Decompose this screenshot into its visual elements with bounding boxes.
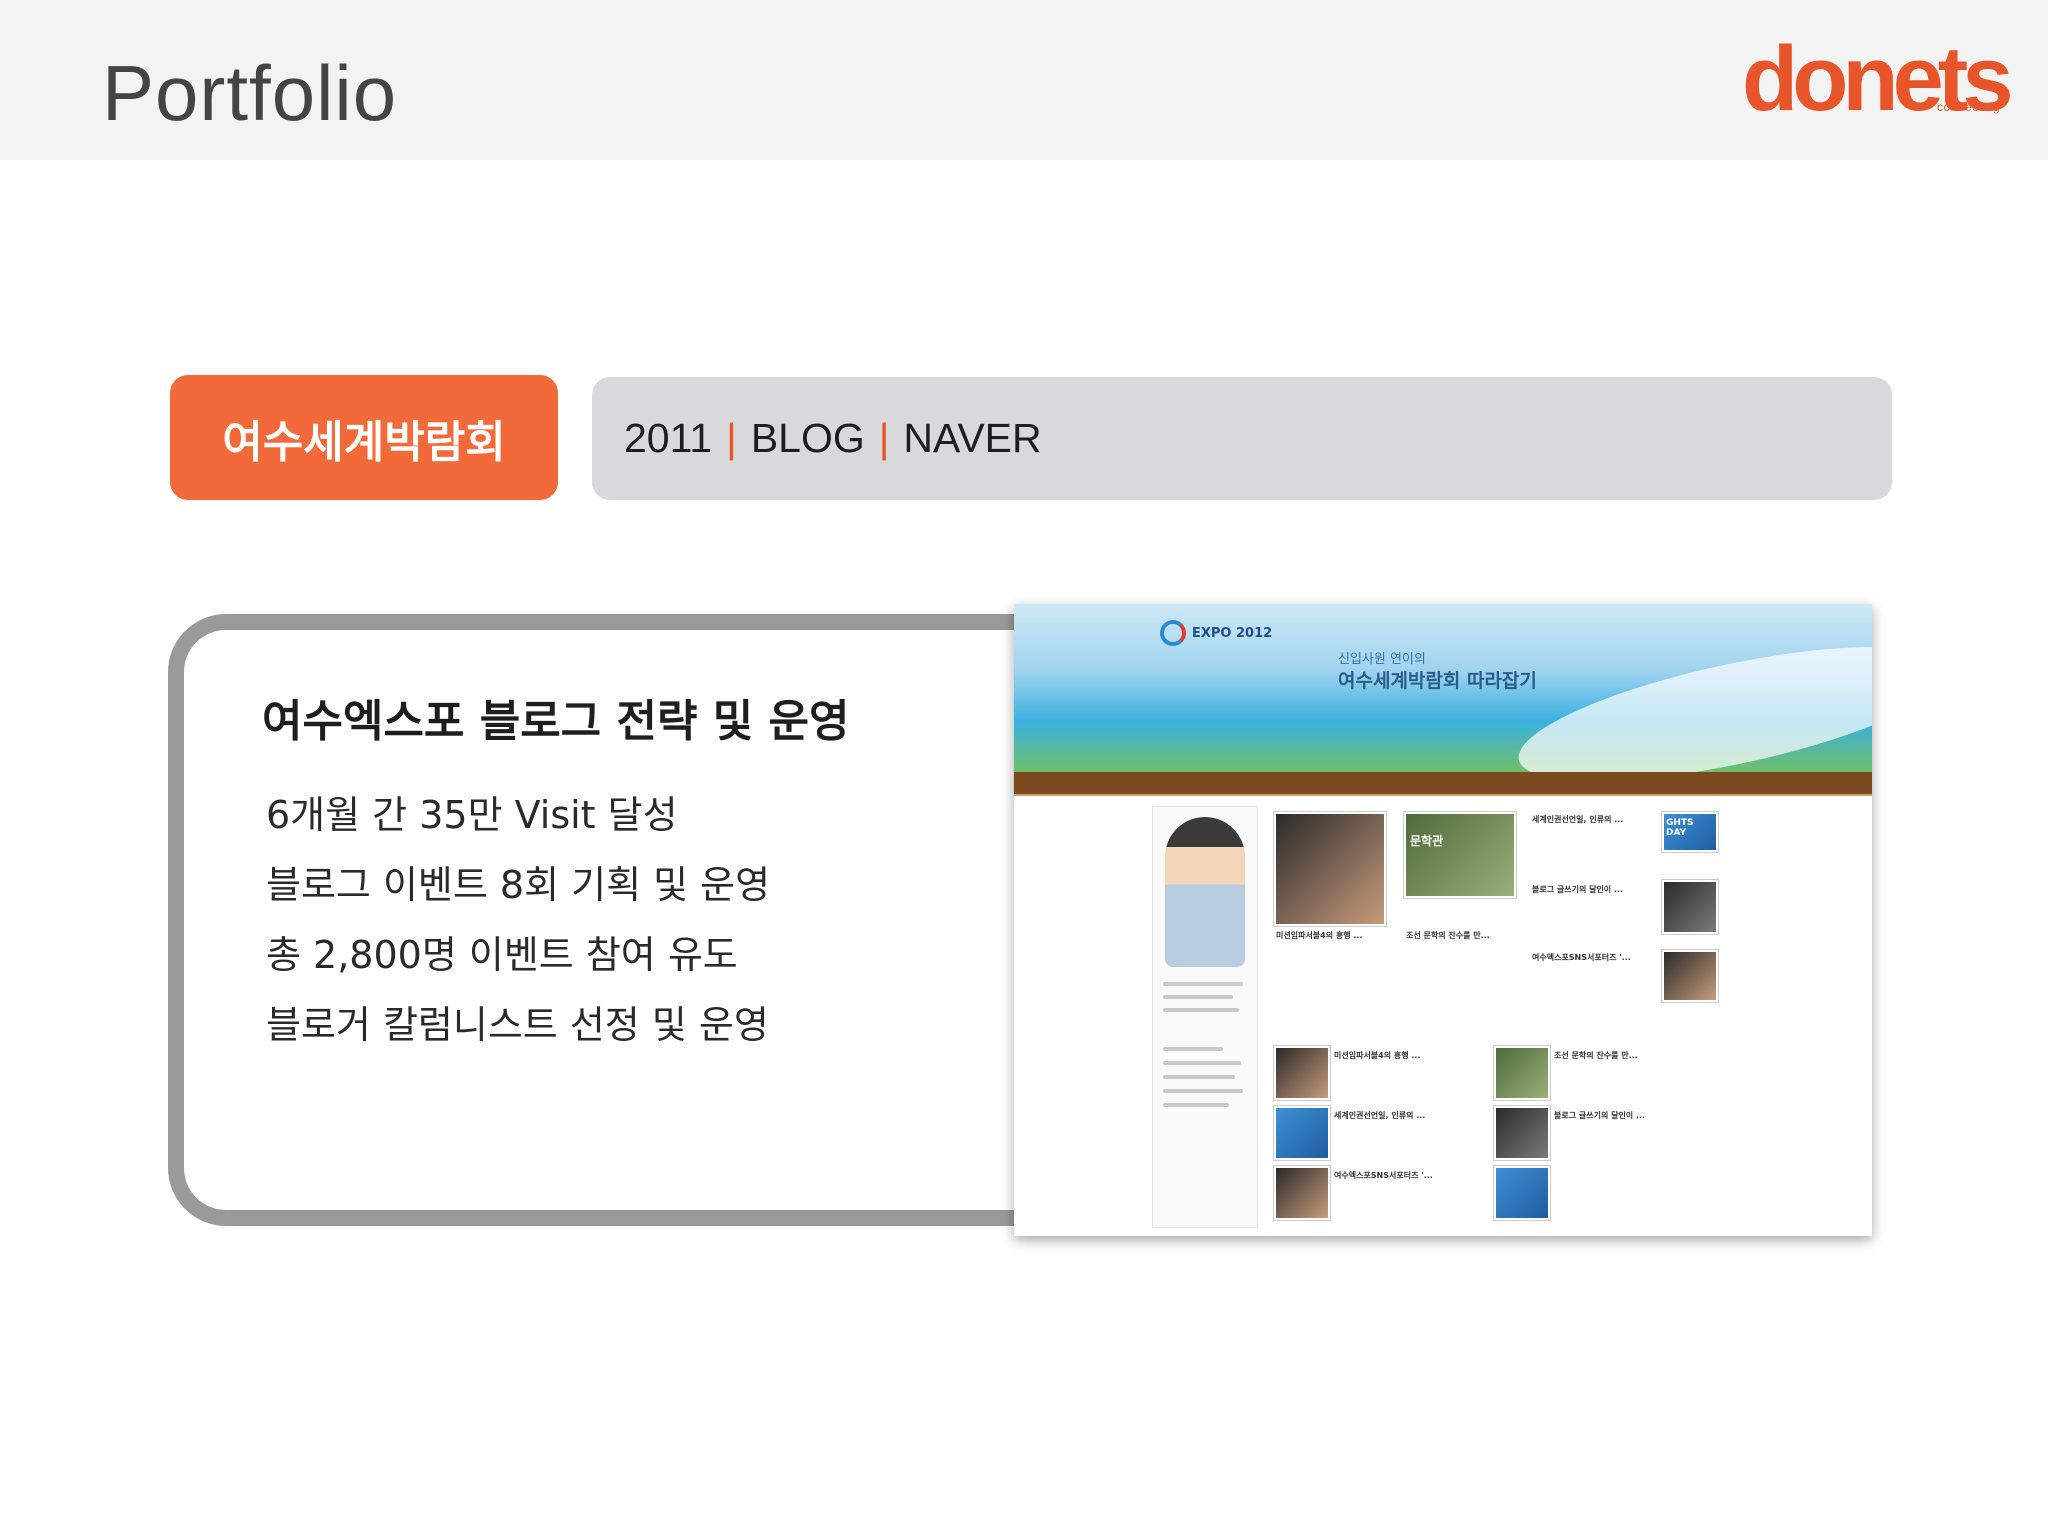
post-thumbnail [1494,1106,1550,1160]
post-caption: 조선 문학의 잔수를 만... [1554,1051,1638,1060]
thumbnail-label: 문학관 [1410,834,1444,848]
post-thumbnail [1274,1046,1330,1100]
sidebar-text-line [1163,995,1233,999]
post-caption: 블로그 글쓰기의 달인이 ... [1554,1111,1646,1120]
sidebar-text-line [1163,1061,1241,1065]
achievement-item: 블로거 칼럼니스트 선정 및 운영 [266,1003,769,1047]
page-title: Portfolio [102,49,398,137]
blog-menu-bar [1014,772,1872,796]
sidebar-text-line [1163,1075,1235,1079]
post-thumbnail [1662,880,1718,934]
character-avatar [1165,817,1245,967]
banner-title: 여수세계박람회 따라잡기 [1338,670,1537,692]
expo-logo-text: EXPO 2012 [1192,626,1273,641]
post-caption: 세계인권선언일, 인류의 ... [1334,1111,1426,1120]
sidebar-text-line [1163,1089,1243,1093]
post-thumbnail [1494,1166,1550,1220]
detail-title: 여수엑스포 블로그 전략 및 운영 [262,696,850,747]
project-name: 여수세계박람회 [222,416,506,468]
post-thumbnail [1494,1046,1550,1100]
thumbnail-label: GHTS DAY [1666,818,1694,838]
sidebar-text-line [1163,1008,1239,1012]
post-caption: 여수엑스포SNS서포터즈 '... [1532,953,1631,962]
expo-logo-icon [1160,620,1186,646]
achievement-item: 블로그 이벤트 8회 기획 및 운영 [266,863,771,907]
project-name-badge: 여수세계박람회 [170,375,558,500]
sidebar-text-line [1163,1103,1229,1107]
meta-separator-2: | [878,415,890,461]
post-thumbnail: 문학관 [1404,812,1516,898]
post-thumbnail [1274,812,1386,926]
logo-tagline: connecting [1936,100,2000,114]
project-meta-bar: 2011 | BLOG | NAVER [592,377,1892,500]
achievement-list: 6개월 간 35만 Visit 달성 블로그 이벤트 8회 기획 및 운영 총 … [266,786,770,1066]
achievement-item: 6개월 간 35만 Visit 달성 [266,793,678,837]
sidebar-text-line [1163,1047,1223,1051]
project-platform: NAVER [903,415,1042,461]
post-caption: 여수엑스포SNS서포터즈 '... [1334,1171,1433,1180]
post-thumbnail [1274,1166,1330,1220]
meta-separator-1: | [726,415,737,461]
banner-subtitle: 신입사원 연이의 [1338,652,1426,667]
project-year: 2011 [624,415,713,461]
project-channel: BLOG [750,415,865,461]
donets-logo: donets connecting [1742,33,2022,125]
post-thumbnail [1662,950,1718,1002]
blog-screenshot: EXPO 2012 신입사원 연이의 여수세계박람회 따라잡기 문학관 GHTS… [1014,604,1872,1236]
sidebar-text-line [1163,982,1243,986]
post-caption: 세계인권선언일, 인류의 ... [1532,815,1624,824]
post-caption: 미션임파서블4의 흥행 ... [1334,1051,1421,1060]
post-caption: 미션임파서블4의 흥행 ... [1276,931,1363,940]
post-thumbnail: GHTS DAY [1662,812,1718,852]
post-caption: 조선 문학의 잔수를 만... [1406,931,1490,940]
achievement-item: 총 2,800명 이벤트 참여 유도 [266,933,738,977]
blog-sidebar [1152,806,1258,1228]
post-thumbnail [1274,1106,1330,1160]
post-caption: 블로그 글쓰기의 달인이 ... [1532,885,1624,894]
